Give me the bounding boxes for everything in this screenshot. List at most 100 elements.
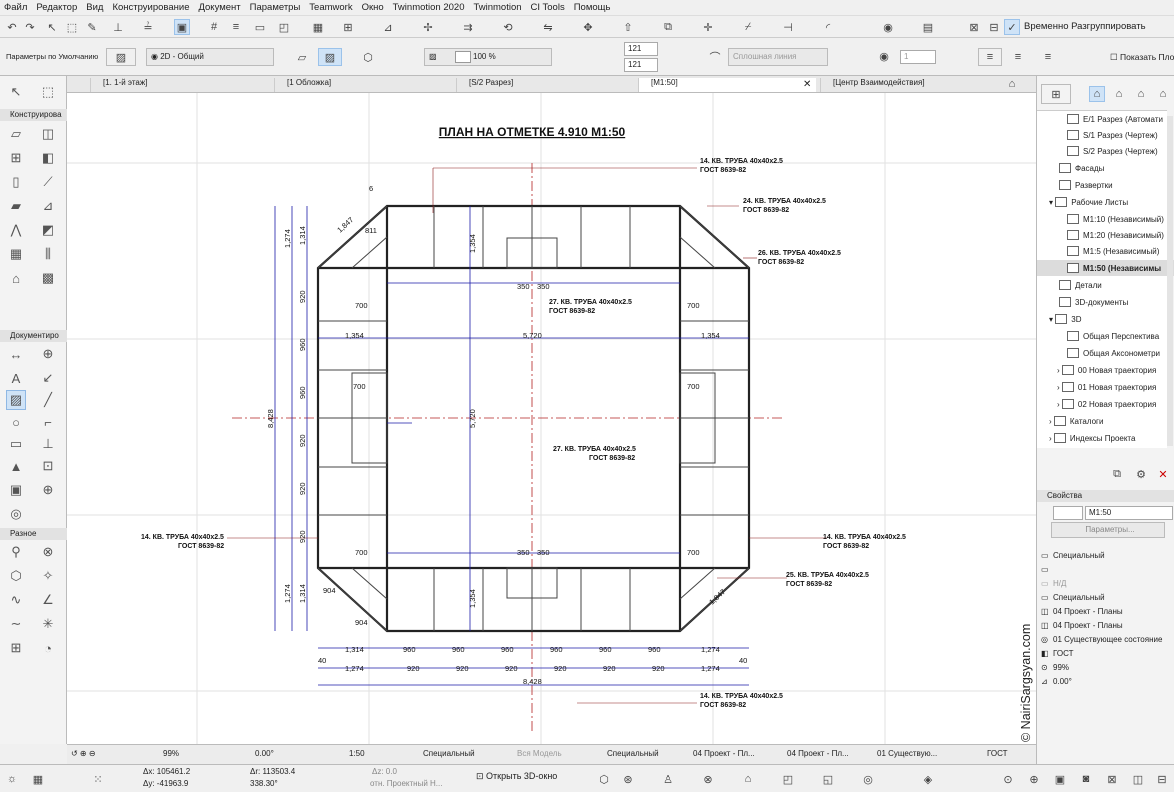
menu-teamwork[interactable]: Teamwork (309, 2, 352, 13)
chat-icon[interactable]: ◫ (1130, 771, 1146, 787)
move-icon[interactable]: ✛ (700, 19, 716, 35)
tab-collaboration-center[interactable]: [Центр Взаимодействия] (820, 78, 1020, 92)
zoom-value[interactable]: 99% (163, 749, 179, 758)
nav-item-2[interactable]: S/2 Разрез (Чертеж) (1037, 143, 1174, 159)
polyline-tool-icon[interactable]: ⌐ (38, 412, 58, 432)
railing-tool-icon[interactable]: ⫼ (38, 244, 58, 264)
redo-icon[interactable]: ↷ (22, 19, 38, 35)
radial-dimension-tool-icon[interactable]: ◔ (38, 638, 58, 658)
globe-icon[interactable]: ⊕ (1026, 771, 1042, 787)
elevate-icon[interactable]: ⇧ (620, 19, 636, 35)
eyedropper-icon[interactable]: ✎ (84, 19, 100, 35)
pen-a-field[interactable]: 121 (624, 42, 658, 56)
camera-icon[interactable]: ⊙ (1000, 771, 1016, 787)
level-dimension-tool-icon[interactable]: ⊕ (38, 344, 58, 364)
marquee-tool-icon[interactable]: ⬚ (38, 82, 58, 102)
object-tool-icon[interactable]: ◧ (38, 148, 58, 168)
nav-item-12[interactable]: ▾ 3D (1037, 311, 1174, 327)
show-area-checkbox[interactable]: ☐ Показать Пло (1110, 52, 1174, 63)
pen-set[interactable]: Специальный (607, 749, 659, 758)
detail-tool-icon[interactable]: ▣ (6, 480, 26, 500)
temp-ungroup-label[interactable]: Временно Разгруппировать (1024, 21, 1146, 32)
menu-options[interactable]: Параметры (250, 2, 301, 13)
section-view-icon[interactable]: ◰ (780, 771, 796, 787)
stair-tool-icon[interactable]: ⊿ (38, 196, 58, 216)
prop-row-5[interactable]: ◎ 01 Существующее состояние (1037, 632, 1174, 646)
nav-item-5[interactable]: ▾ Рабочие Листы (1037, 194, 1174, 210)
arrow-tool-icon[interactable]: ↖ (6, 82, 26, 102)
section-misc[interactable]: Разное (0, 528, 67, 540)
door-tool-icon[interactable]: ◫ (38, 124, 58, 144)
line-type-select[interactable]: Сплошная линия (728, 48, 828, 66)
nav-item-7[interactable]: M1:20 (Независимый) (1037, 227, 1174, 243)
open-3d-button[interactable]: ⊡ Открыть 3D-окно (476, 771, 557, 782)
nav-item-14[interactable]: Общая Аксонометри (1037, 345, 1174, 361)
presentation-icon[interactable]: ⊠ (1104, 771, 1120, 787)
nav-item-16[interactable]: › 01 Новая траектория (1037, 379, 1174, 395)
nav-item-13[interactable]: Общая Перспектива (1037, 328, 1174, 344)
elevation-view-icon[interactable]: ◱ (820, 771, 836, 787)
pen-c-field[interactable]: 1 (900, 50, 936, 64)
menu-edit[interactable]: Редактор (36, 2, 77, 13)
publisher-icon[interactable]: ⌂ (1155, 86, 1171, 102)
morph-tool-icon[interactable]: ⬡ (6, 566, 26, 586)
trim-icon[interactable]: ⊿ (380, 19, 396, 35)
menu-file[interactable]: Файл (4, 2, 27, 13)
drawing-tool-icon[interactable]: ▭ (6, 434, 26, 454)
drawing-canvas[interactable]: ПЛАН НА ОТМЕТКЕ 4.910 М1:50 700 700 700 … (67, 93, 1036, 744)
fill-3d-icon[interactable]: ⬡ (356, 48, 380, 66)
circle-tool-icon[interactable]: ○ (6, 412, 26, 432)
fill-icon[interactable]: ▤ (920, 19, 936, 35)
prop-row-7[interactable]: ⊙ 99% (1037, 660, 1174, 674)
tab-view-icon[interactable]: ⌂ (1004, 77, 1020, 91)
dimension-standard[interactable]: ГОСТ (987, 749, 1008, 758)
delete-view-icon[interactable]: ✕ (1155, 466, 1171, 482)
prop-row-2[interactable]: ▭ Специальный (1037, 590, 1174, 604)
nav-item-17[interactable]: › 02 Новая траектория (1037, 396, 1174, 412)
properties-header[interactable]: Свойства (1037, 490, 1174, 502)
window-tool-icon[interactable]: ⊞ (6, 148, 26, 168)
mirror-icon[interactable]: ⇋ (540, 19, 556, 35)
menu-window[interactable]: Окно (362, 2, 384, 13)
prop-row-6[interactable]: ◧ ГОСТ (1037, 646, 1174, 660)
snap-guides-icon[interactable]: ▦ (30, 771, 46, 787)
grid-icon[interactable]: # (206, 19, 222, 35)
mesh-tool-icon[interactable]: ⌂ (6, 268, 26, 288)
fill-draw-icon[interactable]: ▱ (290, 48, 314, 66)
new-view-icon[interactable]: ⧉ (1109, 466, 1125, 482)
view-map-icon[interactable]: ⌂ (1111, 86, 1127, 102)
nav-item-11[interactable]: 3D-документы (1037, 294, 1174, 310)
section-document[interactable]: Документиро (0, 330, 67, 342)
shell-tool-icon[interactable]: ◩ (38, 220, 58, 240)
line-tool-icon[interactable]: ⌒ (704, 48, 726, 66)
offset-icon[interactable]: ⇉ (460, 19, 476, 35)
tab-section-s2[interactable]: [S/2 Разрез] (456, 78, 636, 92)
menu-help[interactable]: Помощь (574, 2, 611, 13)
nav-item-10[interactable]: Детали (1037, 277, 1174, 293)
menu-twinmotion[interactable]: Twinmotion (473, 2, 521, 13)
menu-view[interactable]: Вид (86, 2, 103, 13)
section-tool-icon[interactable]: ▲ (6, 456, 26, 476)
ungroup-icon[interactable]: ⊟ (986, 19, 1002, 35)
video-icon[interactable]: ◙ (1078, 771, 1094, 787)
eye-icon[interactable]: ◉ (880, 19, 896, 35)
sun-icon[interactable]: ☼ (4, 771, 20, 787)
prop-row-8[interactable]: ⊿ 0.00° (1037, 674, 1174, 688)
layer-combo[interactable]: Специальный (423, 749, 475, 758)
snap-icon[interactable]: ⊥ (110, 19, 126, 35)
render-icon[interactable]: ⊗ (700, 771, 716, 787)
undo-icon[interactable]: ↶ (4, 19, 20, 35)
sun-tool-icon[interactable]: ✳ (38, 614, 58, 634)
fill-type-icon[interactable]: ▨ (106, 48, 136, 66)
worksheet-tool-icon[interactable]: ⊕ (38, 480, 58, 500)
nav-item-15[interactable]: › 00 Новая траектория (1037, 362, 1174, 378)
project-map-icon[interactable]: ⌂ (1089, 86, 1105, 102)
home-icon[interactable]: ⌂ (740, 771, 756, 787)
hotspot-tool-icon[interactable]: ✧ (38, 566, 58, 586)
align-center-icon[interactable]: ≡ (1006, 48, 1030, 66)
column-tool-icon[interactable]: ▯ (6, 172, 26, 192)
navigator-scrollbar[interactable] (1167, 116, 1173, 446)
fill-area-icon[interactable]: ▨ (318, 48, 342, 66)
nav-item-0[interactable]: E/1 Разрез (Автомати (1037, 111, 1174, 127)
tab-cover[interactable]: [1 Обложка] (274, 78, 454, 92)
